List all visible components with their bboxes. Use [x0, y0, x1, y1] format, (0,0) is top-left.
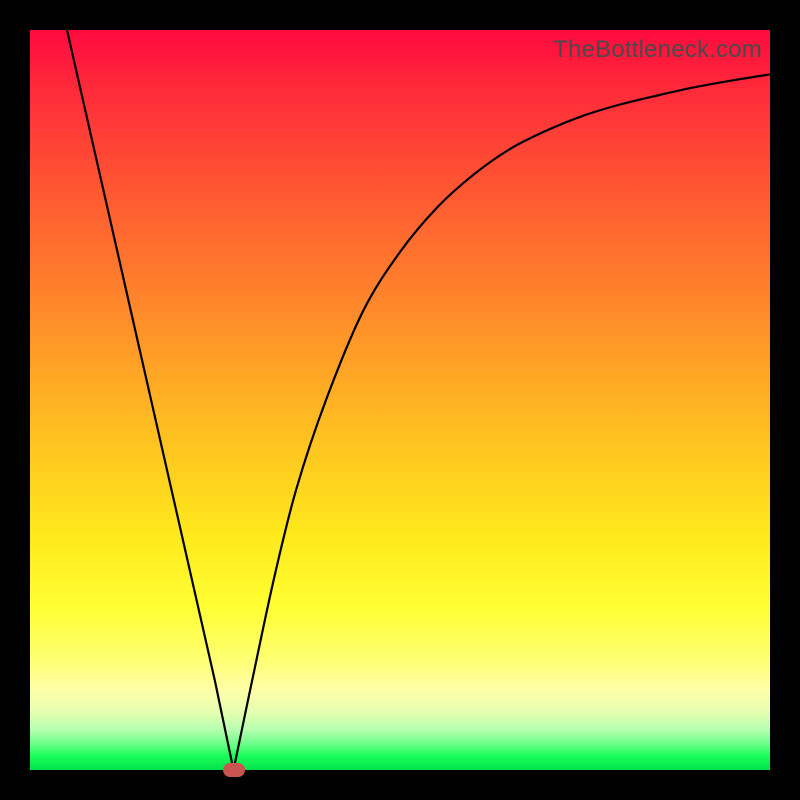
minimum-marker [223, 763, 245, 777]
curve-path [67, 30, 770, 770]
watermark-text: TheBottleneck.com [553, 36, 762, 64]
plot-area: TheBottleneck.com [30, 30, 770, 770]
curve-svg [30, 30, 770, 770]
chart-frame: TheBottleneck.com [0, 0, 800, 800]
